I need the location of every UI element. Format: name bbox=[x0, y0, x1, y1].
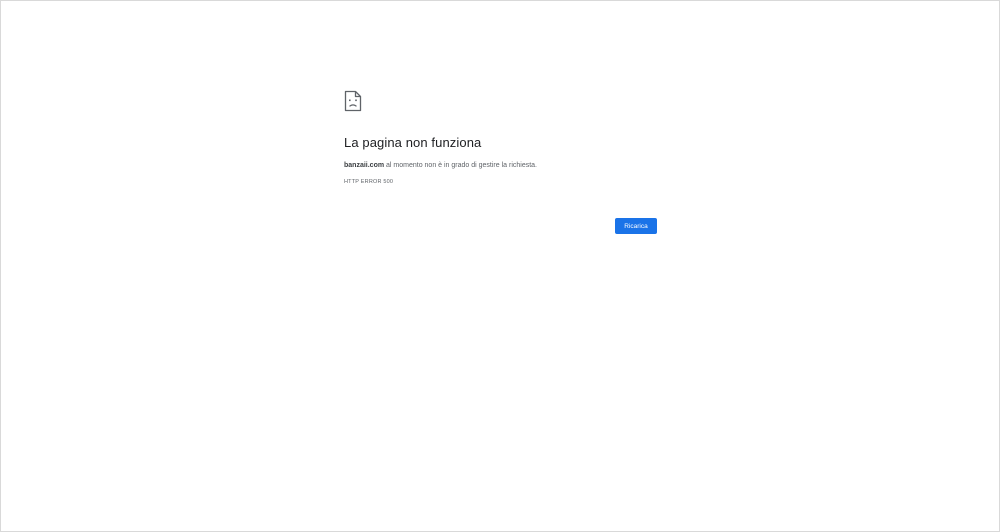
error-title: La pagina non funziona bbox=[344, 135, 482, 150]
error-container: La pagina non funziona banzaii.com al mo… bbox=[344, 90, 657, 234]
error-domain: banzaii.com bbox=[344, 162, 385, 169]
browser-page: La pagina non funziona banzaii.com al mo… bbox=[0, 0, 1000, 532]
reload-button[interactable]: Ricarica bbox=[615, 218, 657, 234]
error-message: al momento non è in grado di gestire la … bbox=[384, 162, 537, 169]
error-code: HTTP ERROR 500 bbox=[344, 179, 394, 185]
error-summary: banzaii.com al momento non è in grado di… bbox=[344, 161, 657, 170]
sad-page-icon bbox=[344, 90, 362, 112]
